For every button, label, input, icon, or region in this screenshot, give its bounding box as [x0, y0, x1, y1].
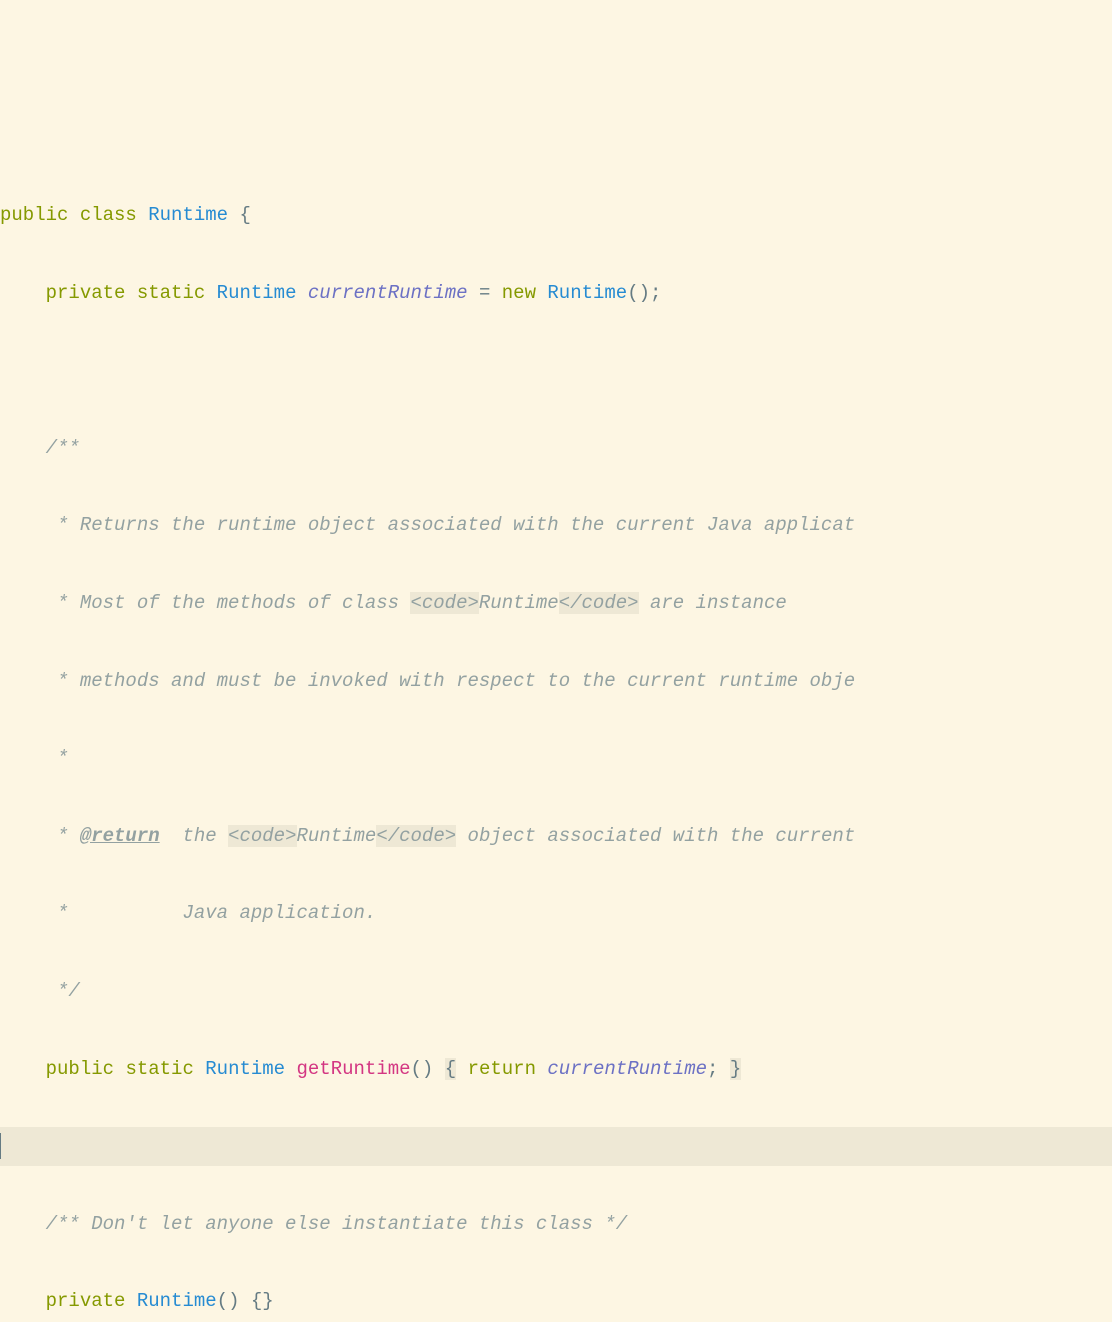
keyword-new: new	[502, 282, 536, 304]
javadoc-code-tag: <code>	[410, 592, 478, 614]
operator: =	[479, 282, 490, 304]
constructor-name: Runtime	[137, 1290, 217, 1312]
brace-matched: }	[730, 1058, 741, 1080]
keyword-static: static	[125, 1058, 193, 1080]
javadoc-code-tag: <code>	[228, 825, 296, 847]
semicolon: ;	[650, 282, 661, 304]
code-line: /** Don't let anyone else instantiate th…	[0, 1205, 1112, 1244]
code-line: * @return the <code>Runtime</code> objec…	[0, 817, 1112, 856]
javadoc-code-text: Runtime	[479, 592, 559, 614]
javadoc-open: /**	[46, 437, 80, 459]
constructor-call: Runtime	[547, 282, 627, 304]
field-name: currentRuntime	[308, 282, 468, 304]
javadoc-line: * Java application.	[46, 902, 377, 924]
javadoc-close: */	[46, 980, 80, 1002]
javadoc-line: object associated with the current	[456, 825, 855, 847]
javadoc-line: the	[160, 825, 228, 847]
brace-matched: {	[445, 1058, 456, 1080]
code-line: * Most of the methods of class <code>Run…	[0, 584, 1112, 623]
code-editor[interactable]: public class Runtime { private static Ru…	[0, 157, 1112, 1322]
keyword-public: public	[46, 1058, 114, 1080]
code-line: */	[0, 972, 1112, 1011]
javadoc-code-tag: </code>	[559, 592, 639, 614]
brace: {	[239, 204, 250, 226]
javadoc-line: *	[46, 825, 80, 847]
code-line	[0, 351, 1112, 390]
code-line: private Runtime() {}	[0, 1282, 1112, 1321]
javadoc-return-tag: @return	[80, 825, 160, 847]
semicolon: ;	[707, 1058, 718, 1080]
javadoc-code-tag: </code>	[376, 825, 456, 847]
parens: ()	[627, 282, 650, 304]
keyword-class: class	[80, 204, 137, 226]
field-ref: currentRuntime	[547, 1058, 707, 1080]
javadoc-line: * Most of the methods of class	[46, 592, 411, 614]
code-line: * methods and must be invoked with respe…	[0, 662, 1112, 701]
parens: ()	[217, 1290, 240, 1312]
type-name: Runtime	[148, 204, 228, 226]
caret-icon	[0, 1133, 1, 1159]
parens: ()	[411, 1058, 434, 1080]
javadoc-line: * methods and must be invoked with respe…	[46, 670, 856, 692]
javadoc-line: * Returns the runtime object associated …	[46, 514, 856, 536]
type-name: Runtime	[205, 1058, 285, 1080]
code-line: *	[0, 739, 1112, 778]
javadoc-code-text: Runtime	[297, 825, 377, 847]
javadoc-inline: /** Don't let anyone else instantiate th…	[46, 1213, 628, 1235]
code-line: private static Runtime currentRuntime = …	[0, 274, 1112, 313]
braces: {}	[251, 1290, 274, 1312]
method-name: getRuntime	[297, 1058, 411, 1080]
javadoc-line: *	[46, 747, 69, 769]
keyword-public: public	[0, 204, 68, 226]
type-name: Runtime	[217, 282, 297, 304]
keyword-private: private	[46, 282, 126, 304]
current-line[interactable]	[0, 1127, 1112, 1166]
code-line: * Java application.	[0, 894, 1112, 933]
javadoc-line: are instance	[639, 592, 787, 614]
keyword-private: private	[46, 1290, 126, 1312]
keyword-static: static	[137, 282, 205, 304]
code-line: public static Runtime getRuntime() { ret…	[0, 1050, 1112, 1089]
code-line: * Returns the runtime object associated …	[0, 506, 1112, 545]
code-line: /**	[0, 429, 1112, 468]
keyword-return: return	[468, 1058, 536, 1080]
code-line: public class Runtime {	[0, 196, 1112, 235]
